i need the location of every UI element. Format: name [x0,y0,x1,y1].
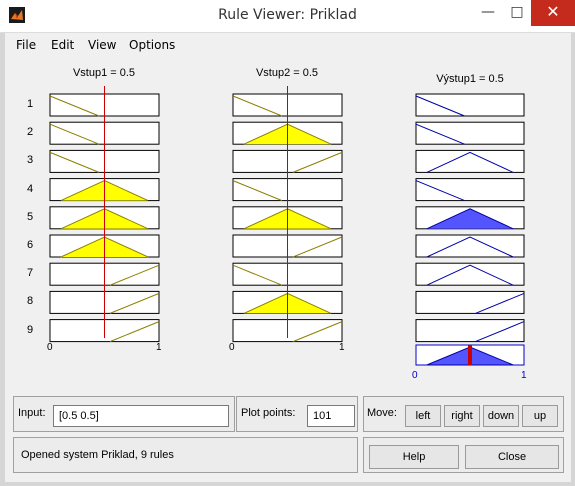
rule-plots[interactable] [0,0,575,390]
input2-tick-max: 1 [339,342,345,353]
defuzzified-output-marker [468,345,472,365]
status-text: Opened system Priklad, 9 rules [21,449,174,461]
rule-cell [415,234,525,258]
rule-cell [415,149,525,173]
move-down-button[interactable]: down [483,405,519,427]
plot-points-panel: Plot points: 101 [236,396,358,432]
input1-tick-min: 0 [47,342,53,353]
rule-cell [415,290,525,314]
rule-cell [415,319,525,343]
plot-points-field[interactable]: 101 [307,405,355,427]
help-button[interactable]: Help [369,445,459,469]
window-frame-bottom [0,482,575,486]
rule-cell [415,262,525,286]
move-panel: Move: left right down up [363,396,564,432]
rule-cell [415,178,525,202]
output-tick-max: 1 [521,370,527,381]
move-left-button[interactable]: left [405,405,441,427]
move-up-button[interactable]: up [522,405,558,427]
rule-cell [415,121,525,145]
rule-cell [415,206,525,230]
output-tick-min: 0 [412,370,418,381]
input1-tick-max: 1 [156,342,162,353]
input-label: Input: [18,407,46,419]
aggregated-output [415,344,525,366]
status-panel: Opened system Priklad, 9 rules [13,437,358,473]
close-button[interactable]: Close [465,445,559,469]
action-panel: Help Close [363,437,564,473]
input-field[interactable]: [0.5 0.5] [53,405,229,427]
input2-tick-min: 0 [229,342,235,353]
rule-cell [415,93,525,117]
plot-points-label: Plot points: [241,407,296,419]
move-right-button[interactable]: right [444,405,480,427]
move-label: Move: [367,407,397,419]
input-panel: Input: [0.5 0.5] [13,396,235,432]
